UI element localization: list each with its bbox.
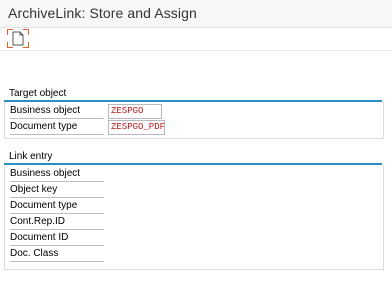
business-object-label: Business object (10, 104, 104, 119)
document-type-label: Document type (10, 120, 104, 135)
doc-class-label: Doc. Class (10, 247, 104, 262)
link-document-type-label: Document type (10, 199, 104, 214)
link-business-object-label: Business object (10, 167, 104, 182)
document-id-label: Document ID (10, 231, 104, 246)
target-object-box: Business object ZESPGO Document type ZES… (4, 102, 384, 139)
link-entry-box: Business object Object key Document type… (4, 165, 384, 270)
object-key-label: Object key (10, 183, 104, 198)
target-object-header: Target object (4, 88, 382, 102)
document-type-field[interactable]: ZESPGO_PDF (108, 120, 165, 135)
document-icon (12, 31, 24, 46)
target-object-title: Target object (9, 88, 67, 99)
window-title: ArchiveLink: Store and Assign (8, 5, 197, 21)
link-entry-group: Link entry Business object Object key Do… (4, 151, 384, 270)
cont-rep-id-label: Cont.Rep.ID (10, 215, 104, 230)
business-object-field[interactable]: ZESPGO (108, 104, 162, 119)
title-bar: ArchiveLink: Store and Assign (0, 0, 392, 28)
new-document-button[interactable] (7, 29, 29, 48)
application-toolbar (0, 28, 392, 51)
link-entry-title: Link entry (9, 151, 53, 162)
target-object-group: Target object Business object ZESPGO Doc… (4, 88, 384, 139)
link-entry-header: Link entry (4, 151, 382, 165)
